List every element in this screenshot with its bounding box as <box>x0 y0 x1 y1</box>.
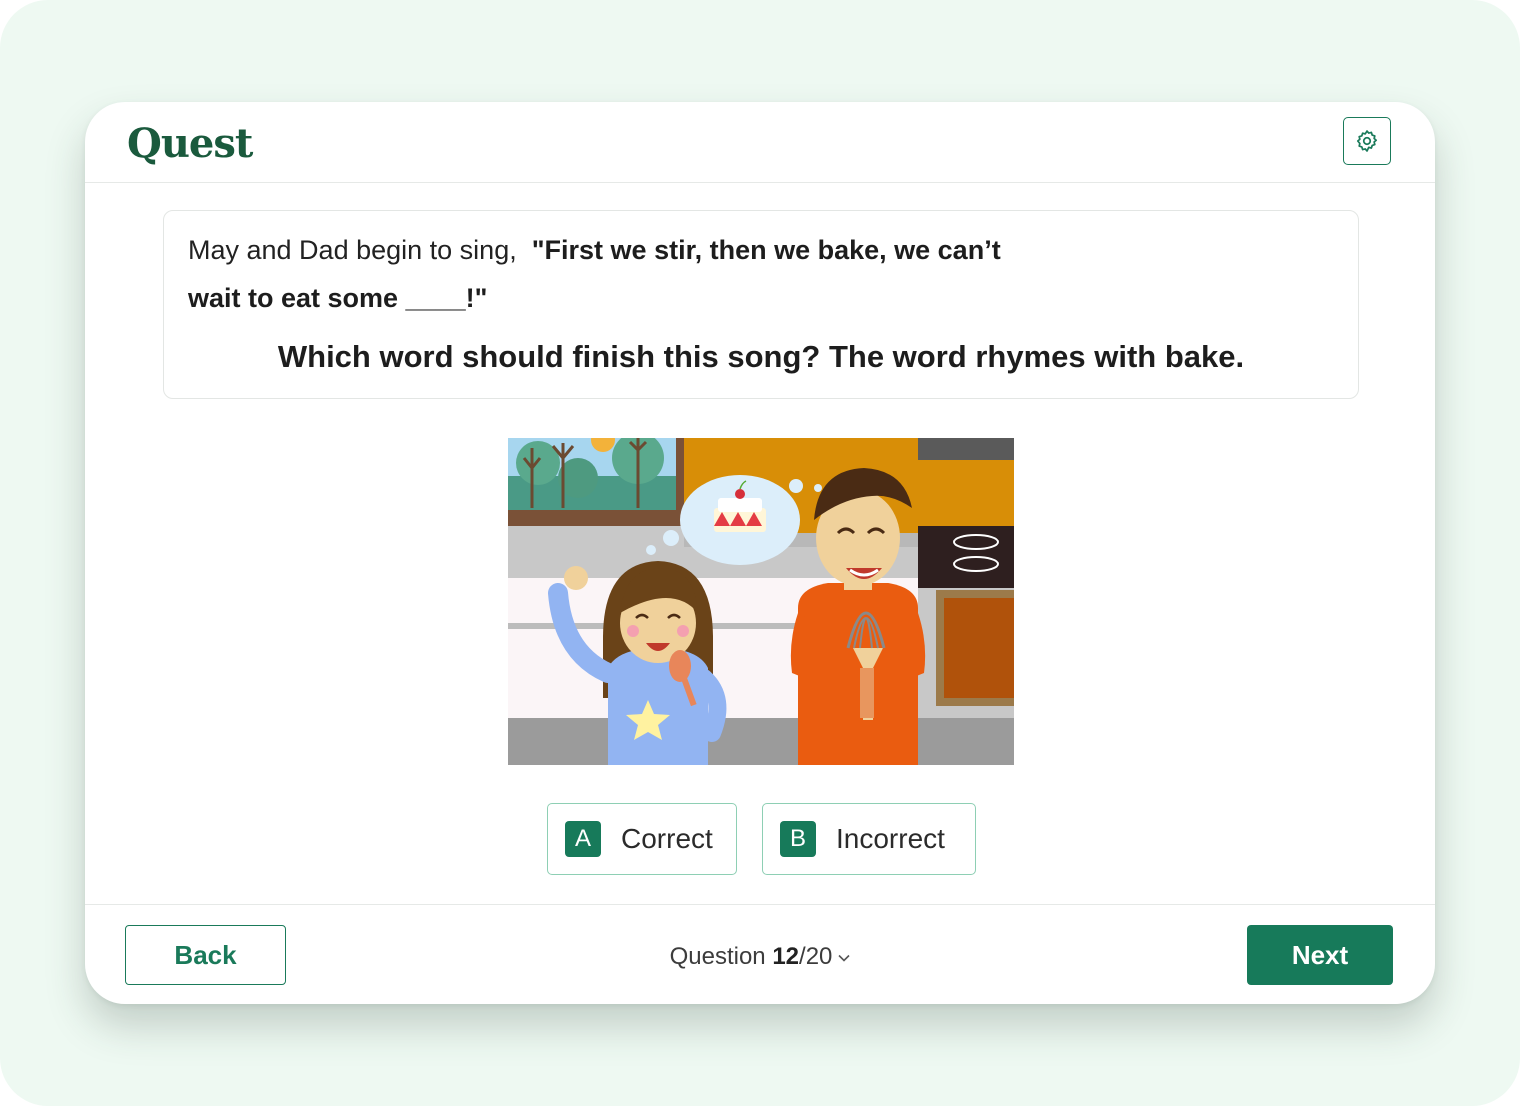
option-b-letter: B <box>780 821 816 857</box>
kitchen-scene-illustration <box>508 428 1014 765</box>
prompt-intro: May and Dad begin to sing, <box>188 235 517 265</box>
song-lyrics-part2: wait to eat some ____!" <box>188 283 488 313</box>
answer-option-b[interactable]: B Incorrect <box>762 803 976 875</box>
app-header: Quest <box>85 102 1435 183</box>
option-a-letter: A <box>565 821 601 857</box>
question-word: Question <box>669 943 766 970</box>
current-question-number: 12 <box>772 943 800 970</box>
question-total: /20 <box>799 943 833 970</box>
option-b-label: Incorrect <box>836 823 945 854</box>
option-a-label: Correct <box>621 823 713 854</box>
quiz-card: Quest May and Dad begin to sing, "First … <box>85 102 1435 1004</box>
app-logo: Quest <box>127 120 253 167</box>
answer-option-a[interactable]: A Correct <box>547 803 737 875</box>
question-counter[interactable]: Question 12/20 <box>85 941 1435 971</box>
next-button[interactable]: Next <box>1247 925 1393 985</box>
question-prompt: May and Dad begin to sing, "First we sti… <box>163 210 1359 399</box>
question-text: Which word should finish this song? The … <box>277 339 1245 374</box>
navigation-footer: Back Question 12/20 Next <box>85 904 1435 1004</box>
song-lyrics-part1: "First we stir, then we bake, we can’t <box>531 235 1001 265</box>
gear-icon <box>1356 130 1378 152</box>
settings-button[interactable] <box>1343 117 1391 165</box>
chevron-down-icon <box>838 941 850 969</box>
prompt-line-1: May and Dad begin to sing, "First we sti… <box>188 235 1001 266</box>
